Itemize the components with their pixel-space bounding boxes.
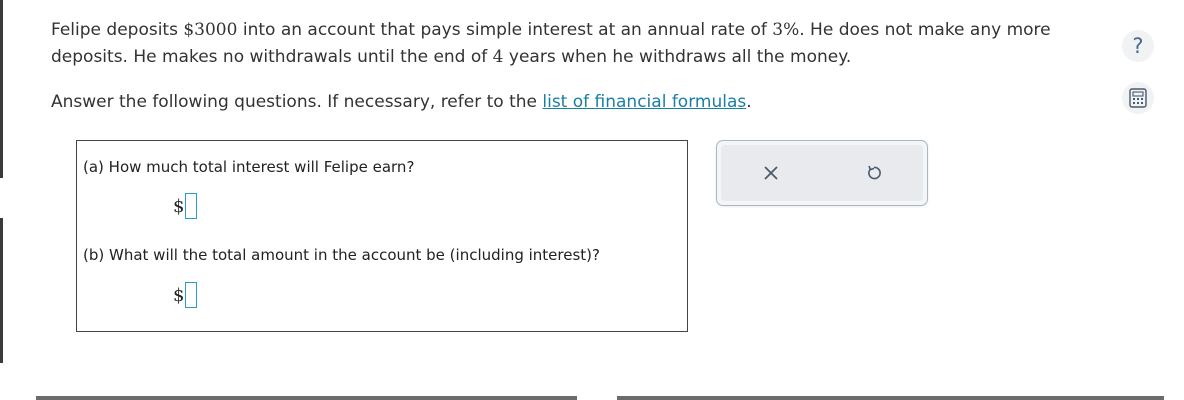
answer-tools-panel xyxy=(716,140,928,206)
footer-divider xyxy=(36,396,577,400)
undo-icon xyxy=(868,165,881,180)
instructions-text: Answer the following questions. If neces… xyxy=(51,92,543,112)
answer-b-row: $ xyxy=(173,282,198,308)
answer-b-input[interactable] xyxy=(185,282,198,308)
deposit-amount: $3000 xyxy=(183,20,238,40)
left-edge xyxy=(0,0,4,400)
question-b-label: (b) What will the total amount in the ac… xyxy=(83,246,600,264)
interest-rate: 3% xyxy=(772,20,800,40)
calculator-icon xyxy=(1129,88,1147,108)
currency-symbol: $ xyxy=(173,195,185,217)
problem-text-part: into an account that pays simple interes… xyxy=(237,20,773,40)
answer-a-input[interactable] xyxy=(185,193,198,219)
years-count: 4 xyxy=(492,47,504,67)
calculator-button[interactable] xyxy=(1122,82,1154,114)
footer-divider xyxy=(617,396,1164,400)
answer-a-row: $ xyxy=(173,193,198,219)
edge-segment xyxy=(0,0,3,178)
financial-formulas-link[interactable]: list of financial formulas xyxy=(542,92,746,112)
problem-text-part: Felipe deposits xyxy=(51,20,184,40)
tools-inner xyxy=(721,145,923,201)
instructions-period: . xyxy=(746,92,752,112)
problem-statement: Felipe deposits $3000 into an account th… xyxy=(51,17,1051,116)
instructions: Answer the following questions. If neces… xyxy=(51,89,1051,116)
clear-button[interactable] xyxy=(759,161,783,185)
undo-button[interactable] xyxy=(862,161,886,185)
question-mark-icon: ? xyxy=(1132,34,1144,58)
currency-symbol: $ xyxy=(173,284,185,306)
questions-box: (a) How much total interest will Felipe … xyxy=(76,140,688,332)
question-a-label: (a) How much total interest will Felipe … xyxy=(83,158,415,176)
problem-text: Felipe deposits $3000 into an account th… xyxy=(51,17,1051,71)
problem-text-part: years when he withdraws all the money. xyxy=(503,47,852,67)
x-icon xyxy=(764,166,778,180)
edge-segment xyxy=(0,218,3,363)
help-button[interactable]: ? xyxy=(1122,30,1154,62)
